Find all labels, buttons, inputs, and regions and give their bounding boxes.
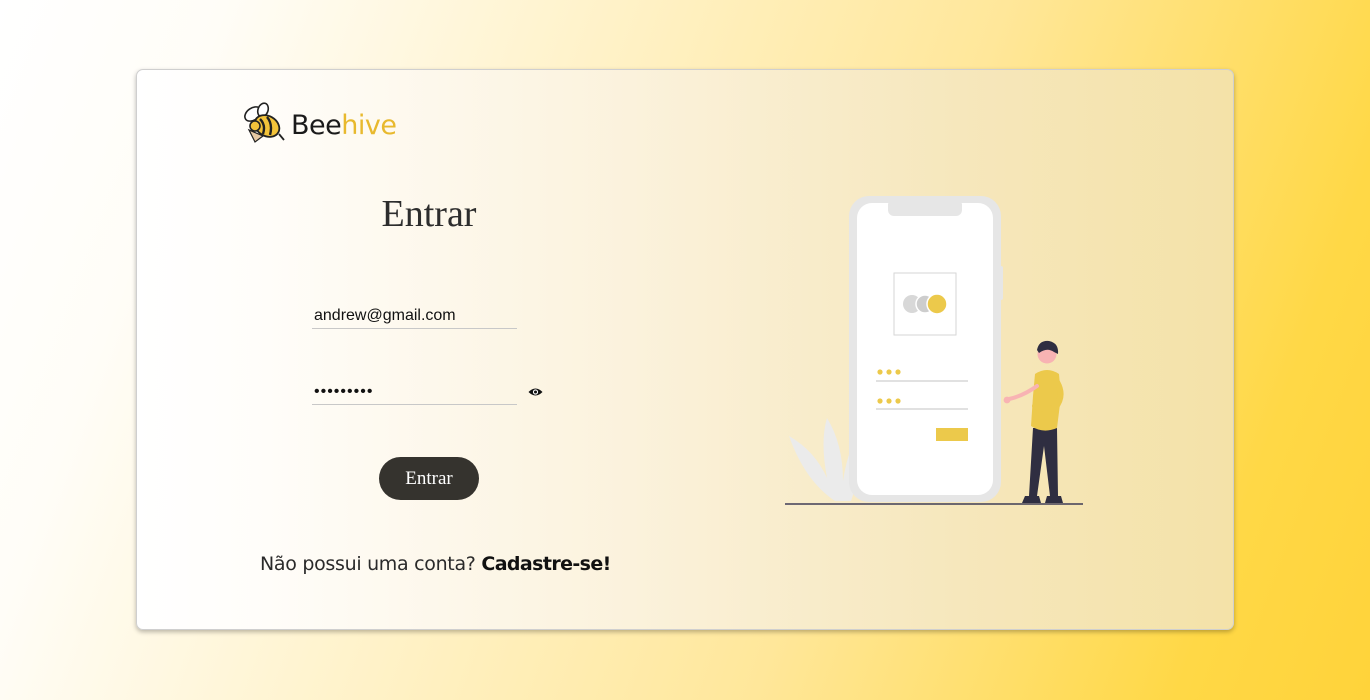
password-field[interactable]: [312, 381, 517, 405]
phone-screen: [857, 203, 993, 495]
login-card: Beehive Entrar Entrar Não possui uma con…: [136, 69, 1234, 630]
phone-side-button: [999, 266, 1003, 300]
brand-name: Beehive: [291, 110, 397, 141]
email-field[interactable]: [312, 305, 517, 329]
signup-prompt: Não possui uma conta? Cadastre-se!: [260, 553, 611, 575]
eye-icon[interactable]: [527, 386, 543, 398]
leaf-shape: [789, 418, 859, 501]
brand-name-part1: Bee: [291, 110, 342, 141]
signup-link[interactable]: Cadastre-se!: [481, 553, 611, 575]
bee-icon: [241, 102, 285, 149]
login-button[interactable]: Entrar: [379, 457, 479, 500]
page-title: Entrar: [381, 193, 477, 235]
phone-submit-button: [936, 428, 968, 441]
signup-question: Não possui uma conta?: [260, 553, 476, 575]
phone-notch: [888, 199, 962, 216]
brand-logo[interactable]: Beehive: [241, 102, 397, 149]
phone-login-illustration: [785, 196, 1097, 508]
brand-name-part2: hive: [341, 110, 397, 141]
